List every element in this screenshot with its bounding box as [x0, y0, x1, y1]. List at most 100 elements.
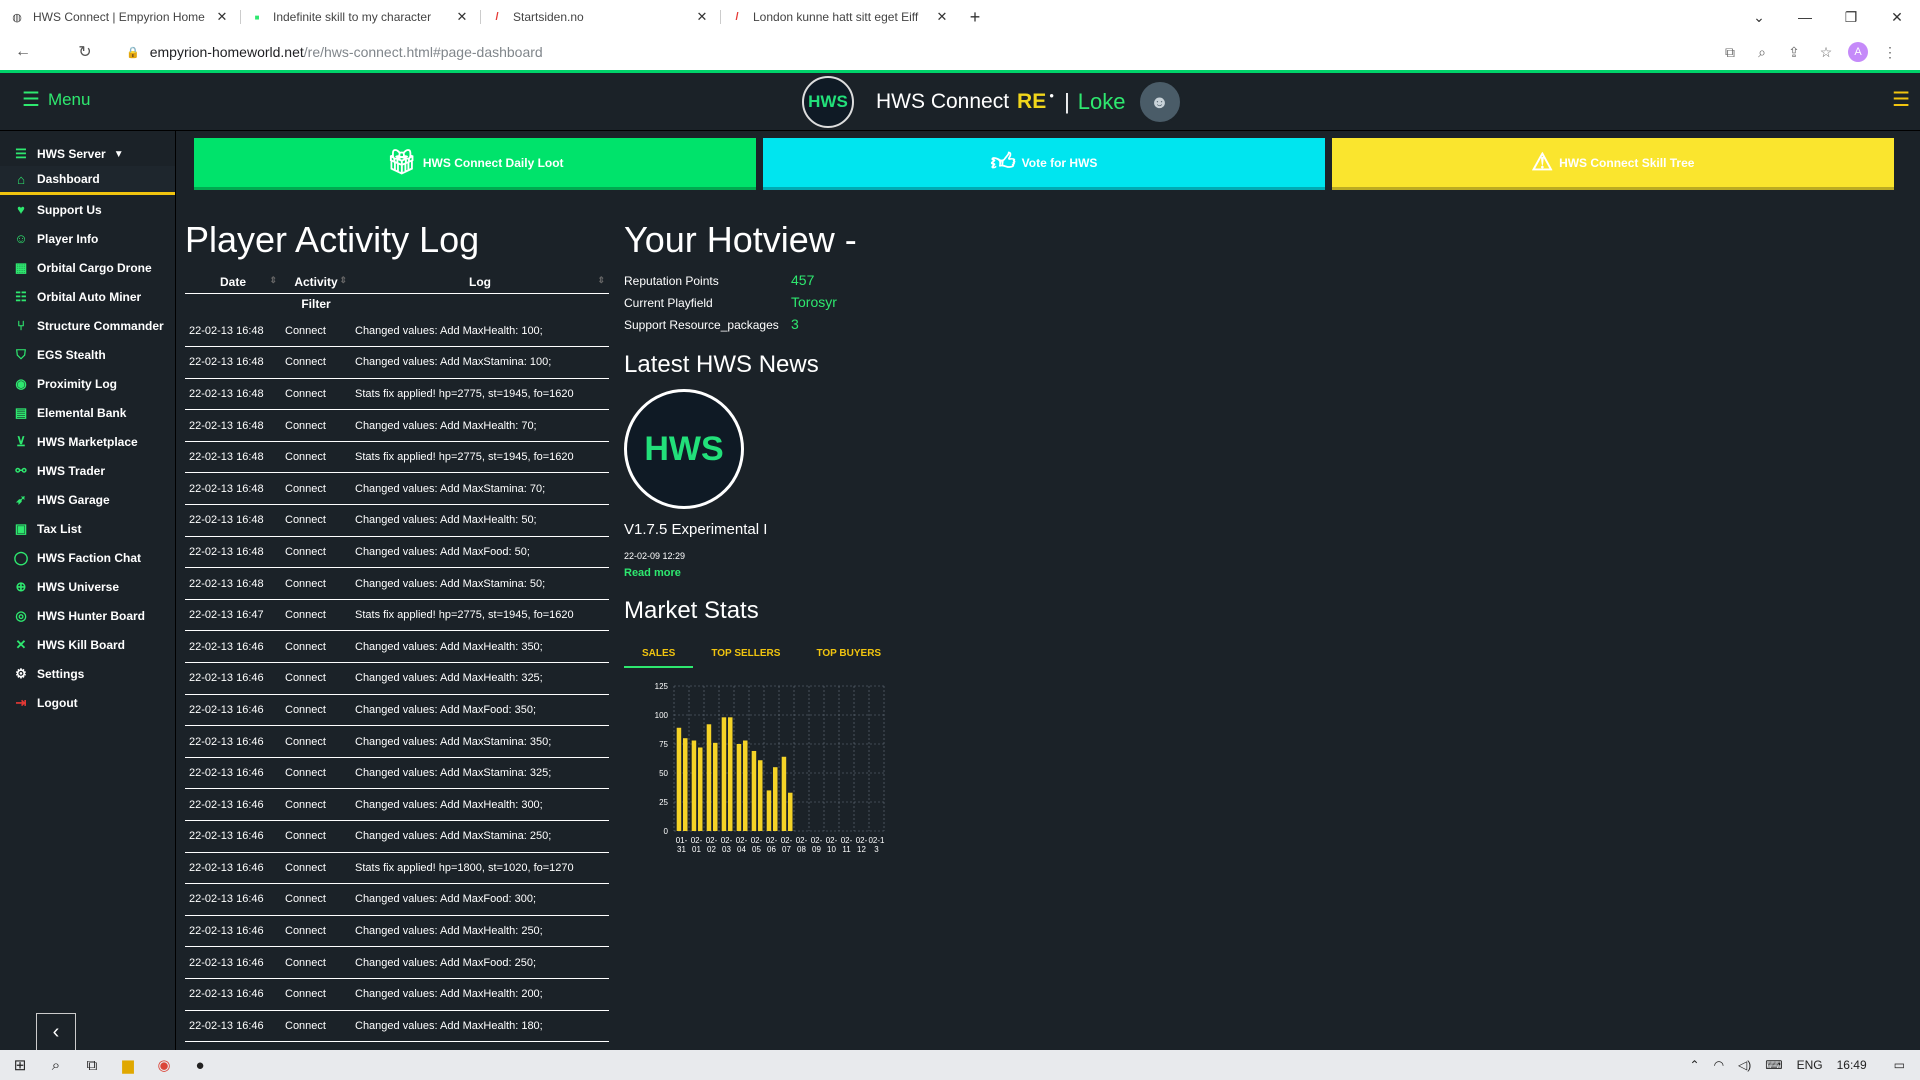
- volume-icon[interactable]: ◁): [1738, 1058, 1751, 1072]
- chevron-down-icon: ▼: [113, 148, 124, 160]
- sidebar-item-hws-kill-board[interactable]: ✕ HWS Kill Board: [0, 630, 175, 659]
- minimize-icon[interactable]: —: [1782, 9, 1828, 25]
- sidebar-item-support-us[interactable]: ♥ Support Us: [0, 195, 175, 224]
- sidebar-item-tax-list[interactable]: ▣ Tax List: [0, 514, 175, 543]
- daily-loot-button[interactable]: 🎁︎ HWS Connect Daily Loot: [194, 138, 756, 190]
- sidebar-item-elemental-bank[interactable]: ▤ Elemental Bank: [0, 398, 175, 427]
- sidebar-item-hws-faction-chat[interactable]: ◯ HWS Faction Chat: [0, 543, 175, 572]
- notification-icon[interactable]: ▭: [1894, 1058, 1905, 1072]
- sidebar-item-hws-trader[interactable]: ⚯ HWS Trader: [0, 456, 175, 485]
- keyboard-icon[interactable]: ⌨: [1765, 1058, 1782, 1072]
- chart-bar: [773, 767, 778, 831]
- news-logo[interactable]: HWS: [624, 389, 744, 509]
- col-activity[interactable]: Activity ⇕: [281, 271, 351, 294]
- sidebar-item-settings[interactable]: ⚙ Settings: [0, 659, 175, 688]
- sidebar-item-player-info[interactable]: ☺ Player Info: [0, 224, 175, 253]
- browser-tab[interactable]: / London kunne hatt sitt eget Eiff ✕: [720, 0, 960, 34]
- browser-tab[interactable]: ◍ HWS Connect | Empyrion Home ✕: [0, 0, 240, 34]
- close-icon[interactable]: ✕: [934, 9, 950, 25]
- url-field[interactable]: 🔒 empyrion-homeworld.net/re/hws-connect.…: [126, 44, 543, 60]
- tab-sales[interactable]: SALES: [624, 640, 694, 668]
- clock[interactable]: 16:49: [1837, 1058, 1867, 1072]
- close-icon[interactable]: ✕: [694, 9, 710, 25]
- sidebar-item-hws-marketplace[interactable]: ⊻ HWS Marketplace: [0, 427, 175, 456]
- list-icon: ▣: [14, 520, 28, 536]
- table-row: 22-02-13 16:46 Connect Changed values: Add…: [185, 630, 609, 664]
- back-icon[interactable]: ←: [12, 43, 34, 61]
- sidebar-item-label: Orbital Cargo Drone: [37, 260, 152, 275]
- page-scrollbar[interactable]: [1906, 131, 1920, 1050]
- sidebar-item-label: Elemental Bank: [37, 405, 127, 420]
- x-tick-label: 02-: [706, 836, 718, 845]
- table-row: 22-02-13 16:46 Connect Changed values: Add…: [185, 820, 609, 853]
- col-date[interactable]: Date ⇕: [185, 271, 281, 294]
- sidebar-item-proximity-log[interactable]: ◉ Proximity Log: [0, 369, 175, 398]
- task-view-icon[interactable]: ⧉: [74, 1057, 110, 1074]
- hotview-title: Your Hotview -: [624, 219, 857, 260]
- collapse-sidebar-button[interactable]: ‹: [36, 1013, 76, 1051]
- chevron-up-icon[interactable]: ⌃: [1690, 1058, 1700, 1072]
- tab-top-sellers[interactable]: TOP SELLERS: [693, 640, 798, 668]
- browser-tab[interactable]: / Startsiden.no ✕: [480, 0, 720, 34]
- zoom-icon[interactable]: ⌕: [1746, 44, 1778, 61]
- sidebar-item-hws-hunter-board[interactable]: ◎ HWS Hunter Board: [0, 601, 175, 630]
- sidebar-item-orbital-cargo-drone[interactable]: ▦ Orbital Cargo Drone: [0, 253, 175, 282]
- menu-button[interactable]: ☰ Menu: [22, 87, 90, 112]
- search-icon[interactable]: ⌕: [38, 1057, 74, 1074]
- skill-tree-button[interactable]: ⚠︎ HWS Connect Skill Tree: [1332, 138, 1894, 190]
- col-log[interactable]: Log ⇕: [351, 271, 609, 294]
- close-window-icon[interactable]: ✕: [1874, 9, 1920, 26]
- sidebar-item-label: HWS Trader: [37, 463, 106, 478]
- sidebar-item-dashboard[interactable]: ⌂ Dashboard: [0, 166, 175, 195]
- close-icon[interactable]: ✕: [454, 9, 470, 25]
- table-row: 22-02-13 16:46 Connect Changed values: Add…: [185, 915, 609, 948]
- new-tab-icon[interactable]: +: [960, 7, 990, 28]
- right-menu-icon[interactable]: ☰: [1892, 87, 1910, 112]
- row-date: 22-02-13 16:46: [185, 852, 281, 885]
- chart-bar: [706, 724, 712, 831]
- user-avatar[interactable]: ☻: [1137, 80, 1182, 124]
- windows-start-icon[interactable]: ⊞: [2, 1056, 38, 1074]
- read-more-link[interactable]: Read more: [624, 567, 681, 579]
- chrome-icon[interactable]: ◉: [146, 1056, 182, 1074]
- sidebar-item-egs-stealth[interactable]: ⛉ EGS Stealth: [0, 340, 175, 369]
- close-icon[interactable]: ✕: [214, 9, 230, 25]
- restore-icon[interactable]: ❐: [1828, 9, 1874, 26]
- sidebar-item-orbital-auto-miner[interactable]: ☷ Orbital Auto Miner: [0, 282, 175, 311]
- site-icon: ■: [254, 12, 260, 22]
- open-external-icon[interactable]: ⧉: [1714, 44, 1746, 61]
- vote-button[interactable]: 👍︎ Vote for HWS: [763, 138, 1325, 190]
- row-date: 22-02-13 16:48: [185, 315, 281, 348]
- sidebar-item-logout[interactable]: ⇥ Logout: [0, 688, 175, 717]
- x-tick-label: 02-: [826, 836, 838, 845]
- sidebar-item-structure-commander[interactable]: ⑂ Structure Commander: [0, 311, 175, 340]
- activity-filter[interactable]: Filter: [281, 293, 351, 315]
- row-activity: Connect: [281, 946, 351, 979]
- reload-icon[interactable]: ↻: [74, 42, 96, 62]
- sidebar-item-label: HWS Marketplace: [37, 434, 138, 449]
- sidebar-item-hws-garage[interactable]: ➶ HWS Garage: [0, 485, 175, 514]
- tab-search-icon[interactable]: ⌄: [1736, 9, 1782, 26]
- row-date: 22-02-13 16:46: [185, 694, 281, 727]
- row-log: Changed values: Add MaxHealth: 325;: [351, 662, 609, 695]
- reputation-label: Reputation Points: [624, 274, 719, 288]
- profile-avatar[interactable]: A: [1848, 42, 1868, 62]
- server-dropdown[interactable]: ☰ HWS Server ▼: [0, 142, 175, 166]
- chart-bar: [758, 760, 763, 831]
- empyrion-app-icon[interactable]: ●: [182, 1057, 218, 1074]
- sidebar-item-hws-universe[interactable]: ⊕ HWS Universe: [0, 572, 175, 601]
- table-row: 22-02-13 16:48 Connect Changed values: Add…: [185, 346, 609, 379]
- browser-tab[interactable]: ■ Indefinite skill to my character ✕: [240, 0, 480, 34]
- wifi-icon[interactable]: ◠: [1714, 1058, 1724, 1072]
- row-activity: Connect: [281, 852, 351, 885]
- kebab-menu-icon[interactable]: ⋮: [1874, 44, 1906, 61]
- language-indicator[interactable]: ENG: [1797, 1058, 1823, 1072]
- row-activity: Connect: [281, 630, 351, 664]
- tab-top-buyers[interactable]: TOP BUYERS: [798, 640, 899, 668]
- share-icon[interactable]: ⇪: [1778, 44, 1810, 61]
- news-item-title[interactable]: V1.7.5 Experimental I: [624, 521, 767, 538]
- file-explorer-icon[interactable]: ▆: [110, 1056, 146, 1074]
- row-log: Changed values: Add MaxStamina: 70;: [351, 472, 609, 506]
- table-row: 22-02-13 16:48 Connect Changed values: Add…: [185, 315, 609, 348]
- bookmark-star-icon[interactable]: ☆: [1810, 44, 1842, 61]
